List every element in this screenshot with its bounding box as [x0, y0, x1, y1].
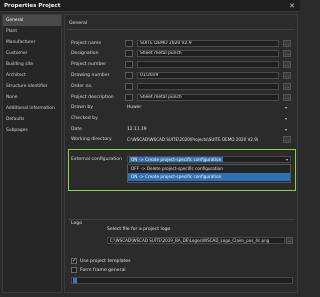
sidebar-item-none[interactable]: None — [3, 92, 61, 103]
field-toggle-box[interactable] — [125, 50, 133, 57]
external-configuration-dropdown-list: OFF -> Delete project-specific configura… — [127, 164, 291, 183]
field-toggle-box[interactable] — [125, 83, 133, 90]
divider — [67, 29, 295, 30]
label-designation: Designation — [71, 51, 99, 56]
sidebar-item-subpages[interactable]: Subpages — [3, 125, 61, 136]
label-order-no: Order no. — [71, 84, 93, 89]
title-bar: Properties Project ✕ — [0, 0, 300, 12]
date-field[interactable]: 12.11.19 — [127, 127, 147, 132]
sidebar-item-customer[interactable]: Customer — [3, 48, 61, 59]
project-description-field[interactable]: Sheet metal punch — [137, 94, 279, 101]
designation-field[interactable]: Sheet metal punch — [137, 50, 279, 57]
project-name-field[interactable]: SUITE DEMO 2020 V2.9 — [137, 40, 279, 47]
label-project-number: Project number — [71, 62, 107, 67]
sidebar-item-manufacturer[interactable]: Manufacturer — [3, 37, 61, 48]
form-frame-general-checkbox[interactable] — [71, 267, 77, 273]
label-external-configuration: External configuration — [71, 157, 122, 162]
sidebar-item-defaults[interactable]: Defaults — [3, 114, 61, 125]
external-configuration-selected: ON -> Create project-specific configurat… — [129, 157, 224, 162]
more-button[interactable]: … — [283, 83, 291, 90]
field-toggle-box[interactable] — [125, 61, 133, 68]
logo-section-label: Logo — [71, 221, 83, 226]
label-drawing-number: Drawing number — [71, 73, 110, 78]
label-checked-by: Checked by — [71, 116, 98, 121]
browse-button[interactable]: … — [283, 136, 291, 143]
use-project-templates-label: Use project templates — [80, 259, 131, 264]
selection-marker — [73, 278, 77, 283]
label-date: Date — [71, 127, 82, 132]
sidebar-item-building-site[interactable]: Building site — [3, 59, 61, 70]
calendar-dropdown-icon[interactable]: ▾ — [285, 127, 287, 132]
section-title-general: General — [69, 21, 88, 26]
drawing-number-field[interactable]: 01/2019 — [137, 72, 279, 79]
use-project-templates-checkbox[interactable]: ✓ — [71, 258, 77, 264]
label-drawn-by: Drawn by — [71, 105, 94, 110]
window-title: Properties Project — [4, 3, 61, 9]
sidebar: General Plant Manufacturer Customer Buil… — [2, 14, 62, 293]
chevron-down-icon[interactable]: ▾ — [286, 157, 288, 162]
field-toggle-box[interactable] — [125, 94, 133, 101]
external-configuration-select[interactable]: ON -> Create project-specific configurat… — [127, 156, 291, 163]
more-button[interactable]: … — [283, 72, 291, 79]
order-no-field[interactable] — [137, 83, 279, 90]
field-toggle-box[interactable] — [125, 40, 133, 47]
sidebar-item-structure-identifier[interactable]: Structure identifier — [3, 81, 61, 92]
label-project-name: Project name — [71, 41, 102, 46]
label-project-description: Project description — [71, 95, 114, 100]
label-working-directory: Working directory — [71, 137, 112, 142]
close-icon[interactable]: ✕ — [288, 2, 296, 10]
more-button[interactable]: … — [283, 94, 291, 101]
logo-hint: Select file for a project logo — [107, 227, 171, 232]
sidebar-item-architect[interactable]: Architect — [3, 70, 61, 81]
main-panel: General Project name SUITE DEMO 2020 V2.… — [64, 14, 298, 293]
form-frame-general-label: Form frame general — [80, 268, 126, 273]
sidebar-item-plant[interactable]: Plant — [3, 26, 61, 37]
chevron-down-icon[interactable]: ▾ — [285, 116, 287, 121]
option-off-delete[interactable]: OFF -> Delete project-specific configura… — [128, 165, 290, 173]
field-toggle-box[interactable] — [125, 72, 133, 79]
more-button[interactable]: … — [283, 61, 291, 68]
form-frame-field[interactable] — [71, 277, 293, 284]
logo-path-field[interactable]: C:\WSCAD\WSCAD SUITE\2019_BA_DE\Logos\WS… — [107, 237, 285, 244]
project-number-field[interactable] — [137, 61, 279, 68]
drawn-by-select[interactable]: Huwer — [127, 105, 141, 110]
option-on-create[interactable]: ON -> Create project-specific configurat… — [128, 173, 290, 181]
chevron-down-icon[interactable]: ▾ — [285, 105, 287, 110]
sidebar-item-additional-information[interactable]: Additional information — [3, 103, 61, 114]
more-button[interactable]: … — [283, 50, 291, 57]
logo-browse-button[interactable]: … — [286, 237, 293, 244]
working-directory-field[interactable]: C:\WSCAD\WSCAD SUITE\2020\Projects\SUITE… — [127, 137, 277, 142]
sidebar-item-general[interactable]: General — [3, 15, 61, 26]
more-button[interactable]: … — [283, 40, 291, 47]
